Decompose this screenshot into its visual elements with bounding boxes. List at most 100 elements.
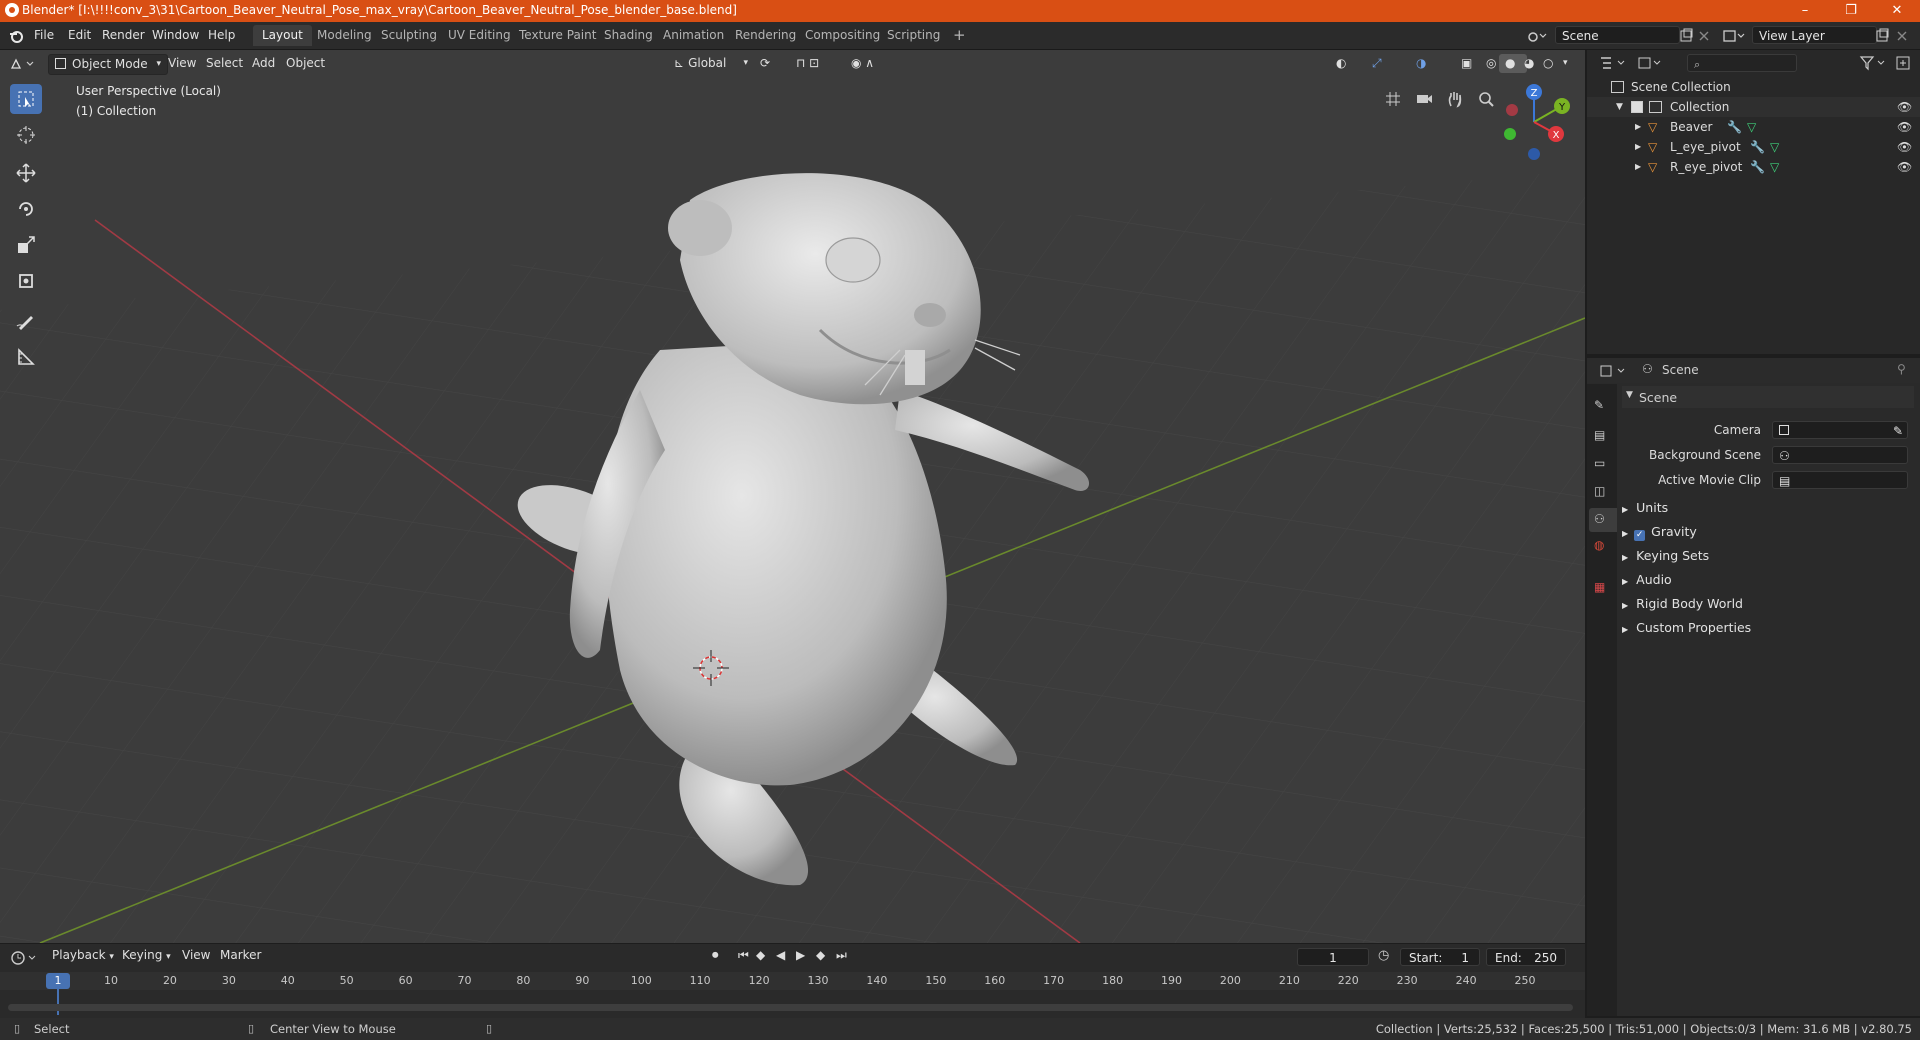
outliner-row-collection[interactable]: ▼ Collection 👁 <box>1587 97 1920 117</box>
viewport-menu-view[interactable]: View <box>162 54 202 73</box>
navigation-gizmo[interactable]: Z Y X <box>1494 82 1574 162</box>
active-movie-clip-field[interactable]: ▤ <box>1772 471 1908 489</box>
tab-layout[interactable]: Layout <box>253 25 312 46</box>
outliner-row-beaver[interactable]: ▶ ▽ Beaver 🔧 ▽ 👁 <box>1587 117 1920 137</box>
scene-tab-icon[interactable]: ⚇ <box>1589 508 1617 532</box>
gizmo-toggle-icon[interactable]: ⤢ <box>1366 54 1412 73</box>
timeline-scrollbar[interactable] <box>8 1004 1573 1011</box>
tab-shading[interactable]: Shading <box>595 25 662 46</box>
play-button[interactable]: ▶ <box>796 948 805 962</box>
jump-end-button[interactable]: ⏭ <box>836 948 847 963</box>
transform-orientation-dropdown[interactable]: ⊾ Global ▾ <box>668 54 752 73</box>
outliner-row-l-eye-pivot[interactable]: ▶ ▽ L_eye_pivot 🔧 ▽ 👁 <box>1587 137 1920 157</box>
scale-tool[interactable] <box>10 230 42 260</box>
current-frame-field[interactable]: 1 <box>1297 948 1369 966</box>
section-rigid-body-world[interactable]: ▶ Rigid Body World <box>1622 593 1912 615</box>
blender-menu-icon[interactable] <box>8 28 24 44</box>
annotate-tool[interactable] <box>10 306 42 336</box>
output-tab-icon[interactable]: ▭ <box>1594 456 1605 470</box>
camera-field[interactable]: ✎ <box>1772 421 1908 439</box>
close-window-button[interactable]: ✕ <box>1874 0 1920 22</box>
gizmo-neg-y-axis[interactable] <box>1504 128 1516 140</box>
timeline-menu-marker[interactable]: Marker <box>214 946 267 965</box>
filter-icon[interactable] <box>1859 55 1889 71</box>
editor-type-icon[interactable] <box>10 56 38 72</box>
toggle-camera-grid-icon[interactable] <box>1380 86 1406 112</box>
visibility-selectability-icon[interactable]: ◐ <box>1330 54 1370 73</box>
expand-arrow-icon[interactable]: ▶ <box>1635 157 1641 177</box>
eyedropper-icon[interactable]: ✎ <box>1893 422 1903 440</box>
tab-rendering[interactable]: Rendering <box>726 25 805 46</box>
start-frame-field[interactable]: Start: 1 <box>1400 948 1480 966</box>
menu-help[interactable]: Help <box>208 28 235 42</box>
proportional-editing-icon[interactable]: ◉ ∧ <box>845 54 897 73</box>
tab-sculpting[interactable]: Sculpting <box>372 25 446 46</box>
tab-compositing[interactable]: Compositing <box>796 25 889 46</box>
frame-ruler[interactable]: 1 10 20 30 40 50 60 70 80 90 100 110 120 130 140 150 16… <box>0 972 1585 1015</box>
mode-dropdown[interactable]: Object Mode ▾ <box>48 54 168 75</box>
shading-options-chevron-icon[interactable]: ▾ <box>1557 54 1583 73</box>
new-scene-icon[interactable] <box>1678 28 1694 44</box>
view-layer-tab-icon[interactable]: ◫ <box>1594 484 1605 498</box>
overlays-toggle-icon[interactable]: ◑ <box>1410 54 1456 73</box>
render-tab-icon[interactable]: ▤ <box>1594 428 1605 442</box>
playhead-frame-indicator[interactable]: 1 <box>46 973 70 989</box>
new-collection-icon[interactable] <box>1895 55 1911 71</box>
end-frame-field[interactable]: End: 250 <box>1486 948 1566 966</box>
tab-uv-editing[interactable]: UV Editing <box>439 25 520 46</box>
new-view-layer-icon[interactable] <box>1874 28 1890 44</box>
expand-arrow-icon[interactable]: ▶ <box>1635 117 1641 137</box>
add-workspace-button[interactable]: + <box>944 25 975 46</box>
jump-start-button[interactable]: ⏮ <box>738 948 749 963</box>
snap-icon[interactable]: ⊓ ⊡ <box>790 54 842 73</box>
delete-view-layer-icon[interactable] <box>1894 28 1910 44</box>
section-audio[interactable]: ▶ Audio <box>1622 569 1912 591</box>
section-units[interactable]: ▶ Units <box>1622 497 1912 519</box>
measure-tool[interactable] <box>10 342 42 372</box>
viewport-menu-object[interactable]: Object <box>280 54 331 73</box>
pan-view-icon[interactable] <box>1442 86 1468 112</box>
beaver-visibility-eye-icon[interactable]: 👁 <box>1897 117 1912 137</box>
view-layer-selector-icon[interactable] <box>1722 28 1746 44</box>
maximize-button[interactable]: ❐ <box>1828 0 1874 22</box>
next-keyframe-button[interactable]: ◆ <box>816 948 825 962</box>
tab-scripting[interactable]: Scripting <box>878 25 949 46</box>
pivot-point-icon[interactable]: ⟳ <box>754 54 792 73</box>
expand-arrow-icon[interactable]: ▶ <box>1635 137 1641 157</box>
outliner-editor-type-icon[interactable] <box>1599 55 1629 71</box>
record-button[interactable]: ⏺ <box>712 948 719 963</box>
timeline-menu-playback[interactable]: Playback ▾ <box>46 946 120 965</box>
timeline-menu-view[interactable]: View <box>176 946 216 965</box>
3d-viewport[interactable]: Object Mode ▾ View Select Add Object ⊾ Glo… <box>0 50 1585 943</box>
section-keying-sets[interactable]: ▶ Keying Sets <box>1622 545 1912 567</box>
exclude-checkbox[interactable] <box>1631 101 1643 113</box>
menu-file[interactable]: File <box>34 28 54 42</box>
background-scene-field[interactable]: ⚇ <box>1772 446 1908 464</box>
gravity-checkbox[interactable]: ✓ <box>1634 530 1646 541</box>
timeline-menu-keying[interactable]: Keying ▾ <box>116 946 177 965</box>
preview-range-clock-icon[interactable]: ◷ <box>1378 948 1389 963</box>
transform-tool[interactable] <box>10 266 42 296</box>
move-tool[interactable] <box>10 158 42 188</box>
scene-name-field[interactable]: Scene <box>1555 26 1680 44</box>
play-reverse-button[interactable]: ◀ <box>776 948 785 962</box>
rotate-tool[interactable] <box>10 194 42 224</box>
select-box-tool[interactable] <box>10 84 42 114</box>
timeline-editor-type-icon[interactable] <box>10 950 40 966</box>
camera-view-icon[interactable] <box>1411 86 1437 112</box>
tool-tab-icon[interactable]: ✎ <box>1594 398 1604 412</box>
world-tab-icon[interactable]: ◍ <box>1594 538 1604 552</box>
texture-tab-icon[interactable]: ▦ <box>1594 580 1605 594</box>
prev-keyframe-button[interactable]: ◆ <box>756 948 765 962</box>
cursor-tool[interactable] <box>10 120 42 150</box>
viewport-menu-add[interactable]: Add <box>246 54 281 73</box>
r-eye-visibility-eye-icon[interactable]: 👁 <box>1897 157 1912 177</box>
gizmo-neg-x-axis[interactable] <box>1506 104 1518 116</box>
outliner-row-scene-collection[interactable]: Scene Collection <box>1587 77 1920 97</box>
viewport-menu-select[interactable]: Select <box>200 54 249 73</box>
delete-scene-icon[interactable] <box>1696 28 1712 44</box>
expand-arrow-icon[interactable]: ▼ <box>1616 97 1623 117</box>
pin-icon[interactable]: ⚲ <box>1897 362 1906 376</box>
tab-modeling[interactable]: Modeling <box>308 25 381 46</box>
tab-animation[interactable]: Animation <box>654 25 733 46</box>
